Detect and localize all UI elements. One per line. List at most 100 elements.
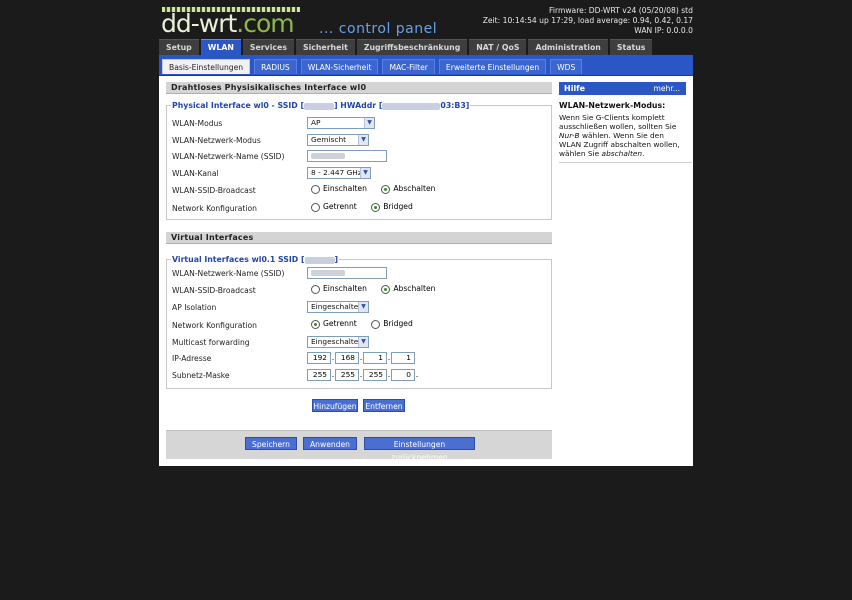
network-mode-select[interactable]: Gemischt ▼ bbox=[307, 134, 369, 146]
reset-button[interactable]: Einstellungen zurücknehmen bbox=[364, 437, 475, 462]
virtual-netconf-separate-option[interactable]: Getrennt bbox=[311, 319, 357, 329]
row-wlan-mode: WLAN-Modus AP ▼ bbox=[172, 117, 547, 131]
row-ap-isolation: AP Isolation Eingeschaltet ▼ bbox=[172, 301, 547, 315]
ap-isolation-select[interactable]: Eingeschaltet ▼ bbox=[307, 301, 369, 313]
row-channel: WLAN-Kanal 8 - 2.447 GHz ▼ bbox=[172, 167, 547, 181]
tab-wlan[interactable]: WLAN bbox=[200, 39, 241, 55]
virtual-section-title: Virtual Interfaces bbox=[166, 232, 552, 244]
ip-octet-2[interactable]: 168 bbox=[335, 352, 359, 364]
row-network-mode: WLAN-Netzwerk-Modus Gemischt ▼ bbox=[172, 134, 547, 148]
apply-button[interactable]: Anwenden bbox=[303, 437, 357, 450]
row-virtual-netconf: Network Konfiguration Getrennt Bridged bbox=[172, 319, 547, 333]
remove-button[interactable]: Entfernen bbox=[363, 399, 405, 412]
netconf-separate-option[interactable]: Getrennt bbox=[311, 202, 357, 212]
broadcast-off-label: Abschalten bbox=[393, 184, 436, 194]
broadcast-on-label: Einschalten bbox=[323, 184, 367, 194]
virtual-ssid-input[interactable] bbox=[307, 267, 387, 279]
chevron-down-icon: ▼ bbox=[358, 302, 368, 312]
virtual-fieldset: Virtual Interfaces wl0.1 SSID [] WLAN-Ne… bbox=[166, 254, 552, 389]
virtual-broadcast-off-option[interactable]: Abschalten bbox=[381, 284, 436, 294]
help-heading: WLAN-Netzwerk-Modus: bbox=[559, 101, 666, 110]
netconf-label: Network Konfiguration bbox=[172, 204, 257, 213]
ap-isolation-value: Eingeschaltet bbox=[311, 302, 362, 311]
radio-selected-icon bbox=[381, 184, 391, 194]
add-button[interactable]: Hinzufügen bbox=[312, 399, 358, 412]
virtual-netconf-bridged-option[interactable]: Bridged bbox=[371, 319, 413, 329]
content-panel: Drahtloses Physisikalisches Interface wl… bbox=[159, 76, 693, 466]
channel-select[interactable]: 8 - 2.447 GHz ▼ bbox=[307, 167, 371, 179]
multicast-select[interactable]: Eingeschaltet ▼ bbox=[307, 336, 369, 348]
virtual-broadcast-on-option[interactable]: Einschalten bbox=[311, 284, 367, 294]
wlan-mode-label: WLAN-Modus bbox=[172, 119, 223, 128]
help-text-em1: Nur-B bbox=[559, 131, 580, 140]
logo: dd-wrt.com bbox=[161, 11, 295, 36]
multicast-value: Eingeschaltet bbox=[311, 337, 362, 346]
wlan-mode-select[interactable]: AP ▼ bbox=[307, 117, 375, 129]
wan-ip: WAN IP: 0.0.0.0 bbox=[634, 26, 693, 35]
row-multicast: Multicast forwarding Eingeschaltet ▼ bbox=[172, 336, 547, 350]
broadcast-on-option[interactable]: Einschalten bbox=[311, 184, 367, 194]
netconf-bridged-option[interactable]: Bridged bbox=[371, 202, 413, 212]
tab-services[interactable]: Services bbox=[242, 39, 294, 55]
save-button[interactable]: Speichern bbox=[245, 437, 297, 450]
tab-zugriffsbeschraenkung[interactable]: Zugriffsbeschränkung bbox=[356, 39, 468, 55]
subtab-basis[interactable]: Basis-Einstellungen bbox=[162, 59, 251, 74]
ip-octet-3[interactable]: 1 bbox=[363, 352, 387, 364]
radio-icon bbox=[311, 284, 320, 294]
mask-octet-4[interactable]: 0 bbox=[391, 369, 415, 381]
mask-octet-1[interactable]: 255 bbox=[307, 369, 331, 381]
ip-address-label: IP-Adresse bbox=[172, 354, 212, 363]
physical-section-title: Drahtloses Physisikalisches Interface wl… bbox=[166, 82, 552, 94]
firmware-version: Firmware: DD-WRT v24 (05/20/08) std bbox=[549, 6, 693, 15]
sub-tabs: Basis-Einstellungen RADIUS WLAN-Sicherhe… bbox=[162, 59, 583, 74]
virtual-broadcast-label: WLAN-SSID-Broadcast bbox=[172, 286, 256, 295]
row-subnet-mask: Subnetz-Maske 255. 255. 255. 0. bbox=[172, 369, 419, 381]
network-mode-value: Gemischt bbox=[311, 135, 347, 144]
row-network-config: Network Konfiguration Getrennt Bridged bbox=[172, 202, 547, 216]
mask-octet-3[interactable]: 255 bbox=[363, 369, 387, 381]
tab-setup[interactable]: Setup bbox=[159, 39, 199, 55]
help-text: Wenn Sie G-Clients komplett ausschließen… bbox=[559, 113, 686, 158]
subtab-wds[interactable]: WDS bbox=[550, 59, 583, 74]
legend-prefix: Virtual Interfaces wl0.1 SSID [ bbox=[172, 255, 305, 264]
help-more-link[interactable]: mehr... bbox=[653, 82, 680, 95]
help-divider bbox=[559, 162, 692, 163]
netconf-separate-label: Getrennt bbox=[323, 202, 357, 212]
subnet-mask-label: Subnetz-Maske bbox=[172, 371, 230, 380]
mask-octet-2[interactable]: 255 bbox=[335, 369, 359, 381]
blurred-hwaddr bbox=[382, 102, 441, 110]
wlan-mode-value: AP bbox=[311, 118, 321, 127]
radio-selected-icon bbox=[311, 319, 320, 329]
ap-isolation-label: AP Isolation bbox=[172, 303, 217, 312]
help-header: Hilfe mehr... bbox=[559, 82, 686, 95]
radio-icon bbox=[311, 184, 320, 194]
broadcast-off-option[interactable]: Abschalten bbox=[381, 184, 436, 194]
multicast-label: Multicast forwarding bbox=[172, 338, 250, 347]
virtual-broadcast-on-label: Einschalten bbox=[323, 284, 367, 294]
control-panel-subtitle: ... control panel bbox=[319, 21, 438, 37]
subtab-erweitert[interactable]: Erweiterte Einstellungen bbox=[438, 59, 547, 74]
broadcast-label: WLAN-SSID-Broadcast bbox=[172, 186, 256, 195]
ip-octet-4[interactable]: 1 bbox=[391, 352, 415, 364]
ssid-input[interactable] bbox=[307, 150, 387, 162]
legend-prefix: Physical Interface wl0 - SSID [ bbox=[172, 101, 305, 110]
channel-label: WLAN-Kanal bbox=[172, 169, 219, 178]
virtual-netconf-bridged-label: Bridged bbox=[383, 319, 413, 329]
chevron-down-icon: ▼ bbox=[358, 337, 368, 347]
legend-suffix: 03:B3] bbox=[440, 101, 470, 110]
tab-sicherheit[interactable]: Sicherheit bbox=[295, 39, 355, 55]
subtab-radius[interactable]: RADIUS bbox=[254, 59, 297, 74]
ip-octet-1[interactable]: 192 bbox=[307, 352, 331, 364]
subtab-mac-filter[interactable]: MAC-Filter bbox=[382, 59, 435, 74]
help-text-em2: abschalten bbox=[601, 149, 643, 158]
tab-administration[interactable]: Administration bbox=[528, 39, 608, 55]
tab-nat-qos[interactable]: NAT / QoS bbox=[469, 39, 527, 55]
chevron-down-icon: ▼ bbox=[358, 135, 368, 145]
tab-status[interactable]: Status bbox=[609, 39, 653, 55]
radio-icon bbox=[311, 202, 320, 212]
main-tabs: Setup WLAN Services Sicherheit Zugriffsb… bbox=[159, 39, 653, 55]
subtab-wlan-sicherheit[interactable]: WLAN-Sicherheit bbox=[300, 59, 379, 74]
virtual-broadcast-off-label: Abschalten bbox=[393, 284, 436, 294]
virtual-netconf-label: Network Konfiguration bbox=[172, 321, 257, 330]
row-virtual-broadcast: WLAN-SSID-Broadcast Einschalten Abschalt… bbox=[172, 284, 547, 298]
